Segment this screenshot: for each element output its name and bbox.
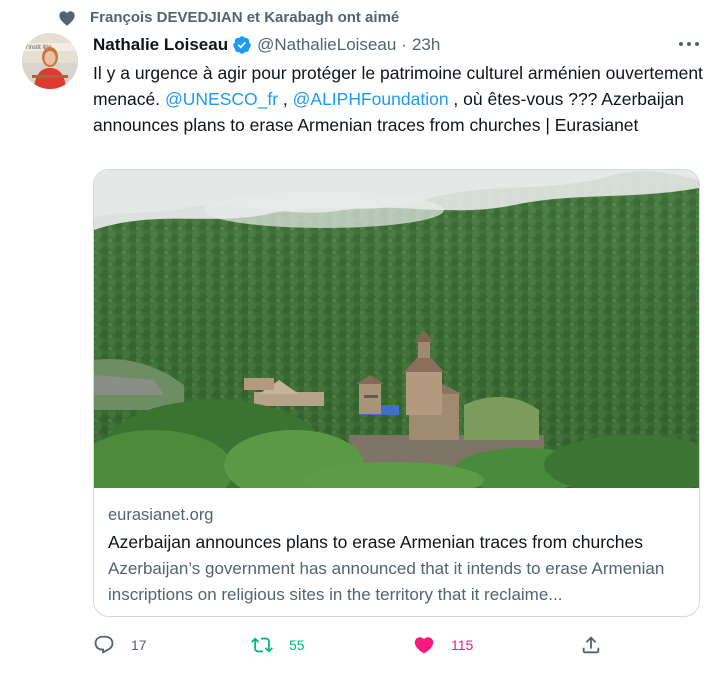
author-name[interactable]: Nathalie Loiseau — [93, 34, 228, 56]
retweet-icon — [251, 637, 273, 653]
card-title: Azerbaijan announces plans to erase Arme… — [108, 532, 644, 552]
heart-filled-icon — [414, 637, 434, 654]
reply-button[interactable]: 17 — [93, 630, 147, 660]
more-options-icon[interactable] — [677, 36, 701, 52]
share-icon — [582, 636, 600, 654]
card-description: Azerbaijan’s government has announced th… — [108, 559, 665, 604]
mention-link[interactable]: @UNESCO_fr — [165, 89, 278, 109]
tweet-text: Il y a urgence à agir pour protéger le p… — [93, 60, 713, 138]
card-domain: eurasianet.org — [108, 506, 214, 524]
like-button[interactable]: 115 — [413, 630, 473, 660]
heart-icon — [59, 11, 75, 26]
card-image[interactable] — [94, 170, 699, 488]
mention-link[interactable]: @ALIPHFoundation — [293, 89, 449, 109]
like-count: 115 — [451, 637, 474, 653]
verified-badge-icon — [233, 36, 251, 54]
separator-dot: · — [401, 35, 407, 54]
tweet-actions: 17 55 115 — [93, 630, 613, 660]
social-context-text[interactable]: François DEVEDJIAN et Karabagh ont aimé — [90, 8, 399, 28]
share-button[interactable] — [580, 630, 602, 660]
reply-icon — [94, 635, 114, 654]
avatar[interactable]: l'instit litiq — [22, 33, 78, 89]
tweet-header: Nathalie Loiseau @NathalieLoiseau · 23h — [93, 34, 440, 56]
retweet-count: 55 — [289, 637, 305, 653]
tweet-text-part: , — [278, 89, 293, 109]
retweet-button[interactable]: 55 — [251, 630, 305, 660]
tweet-timestamp[interactable]: 23h — [412, 34, 440, 56]
link-preview-card[interactable]: eurasianet.org Azerbaijan announces plan… — [93, 169, 700, 617]
reply-count: 17 — [131, 637, 147, 653]
author-handle[interactable]: @NathalieLoiseau — [257, 34, 396, 56]
